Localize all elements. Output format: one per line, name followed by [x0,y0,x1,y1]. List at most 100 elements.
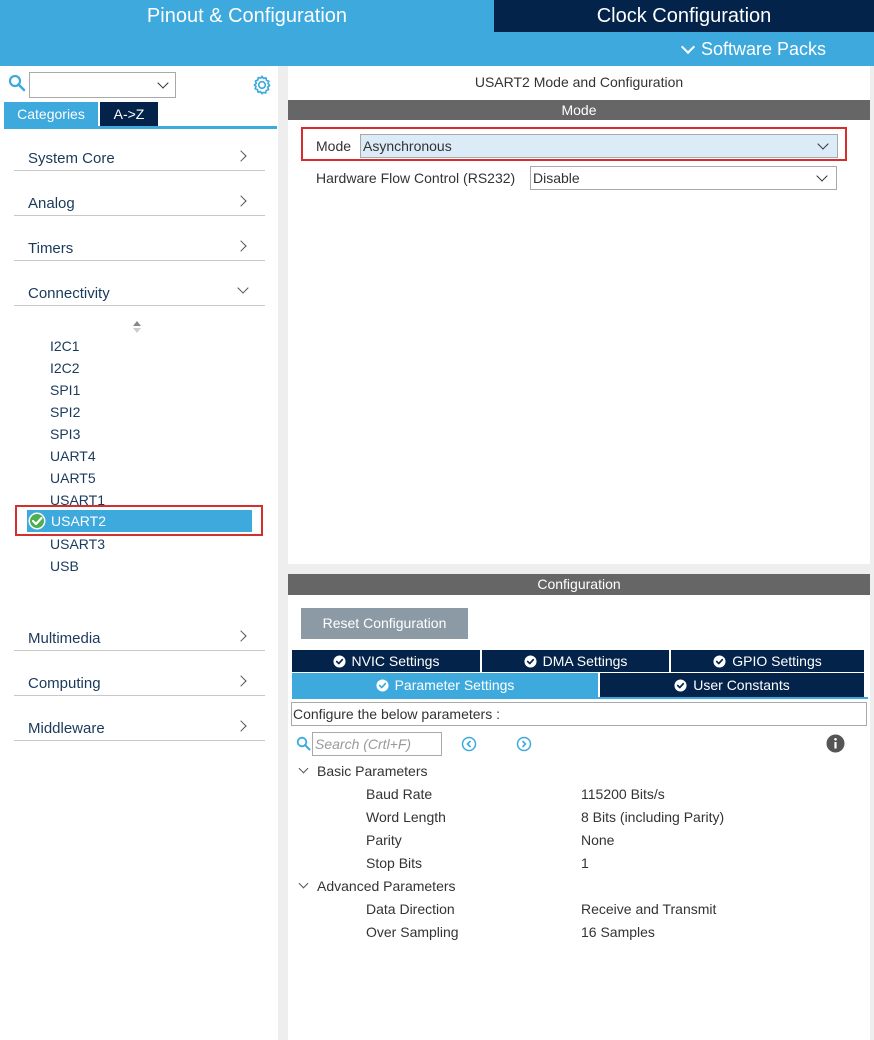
parameter-search-input[interactable]: Search (Crtl+F) [312,732,442,756]
parameter-search-row: Search (Crtl+F) [296,732,856,756]
software-packs-menu[interactable]: Software Packs [680,36,826,62]
peripheral-item-spi2[interactable]: SPI2 [50,404,80,420]
chevron-right-icon [235,630,247,642]
chevron-down-icon [680,39,696,54]
peripheral-item-spi1[interactable]: SPI1 [50,382,80,398]
tabs-underline [292,697,868,699]
category-label: Connectivity [28,285,110,302]
category-label: Middleware [28,720,105,737]
tab-label: NVIC Settings [351,653,440,669]
param-row[interactable]: Stop Bits 1 [366,854,846,874]
software-packs-label: Software Packs [700,39,826,59]
check-circle-icon [713,654,726,668]
group-label: Advanced Parameters [317,878,456,894]
category-connectivity[interactable]: Connectivity [14,276,265,306]
chevron-down-icon [816,170,828,182]
peripheral-item-spi3[interactable]: SPI3 [50,426,80,442]
highlight-box [301,127,847,161]
category-label: Multimedia [28,630,101,647]
peripheral-item-uart4[interactable]: UART4 [50,448,96,464]
highlight-box [15,505,263,536]
panel-splitter[interactable] [288,564,874,574]
group-label: Basic Parameters [317,763,428,779]
tab-pinout-configuration[interactable]: Pinout & Configuration [0,0,494,32]
category-label: System Core [28,150,115,167]
param-name: Data Direction [366,901,455,917]
peripheral-item-i2c2[interactable]: I2C2 [50,360,80,376]
param-name: Word Length [366,809,446,825]
category-analog[interactable]: Analog [14,186,265,216]
param-value[interactable]: 8 Bits (including Parity) [581,809,724,825]
param-name: Over Sampling [366,924,459,940]
category-middleware[interactable]: Middleware [14,711,265,741]
chevron-down-icon [157,77,169,89]
chevron-right-icon [235,240,247,252]
param-row[interactable]: Word Length 8 Bits (including Parity) [366,808,846,828]
panel-divider[interactable] [278,66,288,1040]
chevron-right-icon [235,720,247,732]
hardware-flow-control-select[interactable]: Disable [530,166,837,190]
search-icon [296,736,311,751]
settings-tabs-row-1: NVIC Settings DMA Settings GPIO Settings [292,650,864,672]
chevron-right-icon [235,150,247,162]
param-value[interactable]: Receive and Transmit [581,901,716,917]
peripheral-item-usb[interactable]: USB [50,558,79,574]
tab-underline [4,126,277,129]
param-value[interactable]: 16 Samples [581,924,655,940]
param-value[interactable]: None [581,832,614,848]
peripheral-item-usart3[interactable]: USART3 [50,536,105,552]
param-name: Stop Bits [366,855,423,871]
check-circle-icon [524,654,537,668]
settings-tabs-row-2: Parameter Settings User Constants [292,673,864,697]
next-match-icon[interactable] [516,736,532,752]
tab-user-constants[interactable]: User Constants [600,673,864,697]
configuration-section-header: Configuration [288,574,870,595]
previous-match-icon[interactable] [461,736,477,752]
right-edge-border [870,66,874,1040]
category-view-tabs: Categories A->Z [4,102,158,126]
tab-categories[interactable]: Categories [4,102,98,126]
hardware-flow-control-label: Hardware Flow Control (RS232) [316,170,516,186]
param-row[interactable]: Data Direction Receive and Transmit [366,900,846,920]
peripheral-item-i2c1[interactable]: I2C1 [50,338,80,354]
category-label: Timers [28,240,74,257]
tab-parameter-settings[interactable]: Parameter Settings [292,673,600,697]
category-computing[interactable]: Computing [14,666,265,696]
category-multimedia[interactable]: Multimedia [14,621,265,651]
param-name: Baud Rate [366,786,433,802]
tab-label: GPIO Settings [732,653,822,669]
search-icon[interactable] [8,74,26,92]
category-system-core[interactable]: System Core [14,141,265,171]
category-timers[interactable]: Timers [14,231,265,261]
category-label: Computing [28,675,101,692]
tab-a-to-z[interactable]: A->Z [100,102,158,126]
chevron-right-icon [235,675,247,687]
peripheral-config-panel: USART2 Mode and Configuration Mode Mode … [288,66,874,1040]
chevron-down-icon [237,282,249,294]
param-name: Parity [366,832,402,848]
categories-sidebar: Categories A->Z System Core Analog Timer… [0,66,280,1040]
chevron-down-icon [298,763,309,774]
tab-gpio-settings[interactable]: GPIO Settings [671,650,864,672]
tab-nvic-settings[interactable]: NVIC Settings [292,650,482,672]
sort-icon[interactable] [132,320,142,334]
chevron-down-icon [298,878,309,889]
mode-section-header: Mode [288,100,870,120]
tab-dma-settings[interactable]: DMA Settings [482,650,671,672]
param-value[interactable]: 1 [581,855,589,871]
reset-configuration-button[interactable]: Reset Configuration [301,608,468,639]
peripheral-item-uart5[interactable]: UART5 [50,470,96,486]
param-value[interactable]: 115200 Bits/s [581,786,665,802]
param-row[interactable]: Baud Rate 115200 Bits/s [366,785,846,805]
check-circle-icon [674,678,687,692]
param-row[interactable]: Over Sampling 16 Samples [366,923,846,943]
param-row[interactable]: Parity None [366,831,846,851]
top-header: Pinout & Configuration Clock Configurati… [0,0,874,66]
tab-label: DMA Settings [542,653,628,669]
sidebar-search-row [6,70,274,98]
sidebar-search-combo[interactable] [29,72,176,98]
hardware-flow-control-value: Disable [533,170,580,186]
tab-clock-configuration[interactable]: Clock Configuration [494,0,874,32]
info-icon[interactable] [826,734,845,753]
gear-icon[interactable] [251,74,273,96]
